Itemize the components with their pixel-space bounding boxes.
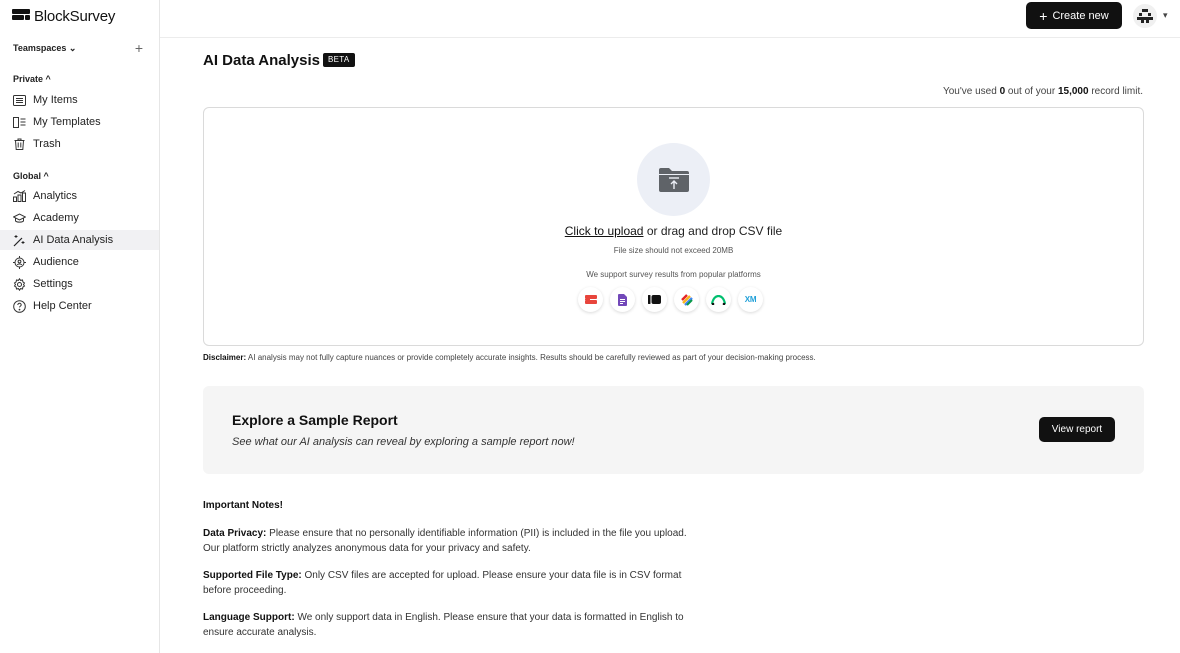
usage-limit: 15,000 [1057,86,1089,97]
beta-badge: BETA [323,53,355,67]
sidebar-item-my-templates[interactable]: My Templates [0,112,159,132]
sidebar-item-settings[interactable]: Settings [0,274,159,294]
qualtrics-label: XM [744,295,757,304]
important-notes-title: Important Notes! [203,500,283,511]
sidebar: BlockSurvey Teamspaces ⌄ + Private ^ My … [0,0,160,653]
sidebar-item-label: My Items [33,94,78,106]
gear-icon [13,277,26,291]
teamspaces-header[interactable]: Teamspaces ⌄ + [13,40,143,56]
help-icon [13,299,26,313]
audience-icon [13,255,26,269]
click-to-upload-link[interactable]: Click to upload [565,224,644,238]
sidebar-item-academy[interactable]: Academy [0,208,159,228]
platform-support-text: We support survey results from popular p… [586,270,761,279]
analytics-icon [13,190,26,203]
global-section-toggle[interactable]: Global ^ [13,171,49,181]
typeform-icon [578,287,603,312]
jotform-icon [642,287,667,312]
chevron-down-icon: ⌄ [68,42,77,53]
header-divider [160,37,1180,38]
usage-prefix: You've used [942,86,1000,97]
upload-folder-icon[interactable] [637,143,710,216]
teamspaces-toggle[interactable]: Teamspaces ⌄ [13,43,76,54]
view-report-button[interactable]: View report [1039,417,1115,442]
platform-list: XM [578,287,763,312]
note-file-type: Supported File Type: Only CSV files are … [203,568,693,598]
disclaimer-text: Disclaimer: AI analysis may not fully ca… [203,353,816,362]
list-icon [13,94,26,107]
sample-report-title: Explore a Sample Report [232,412,398,428]
sidebar-item-label: Audience [33,256,79,268]
sidebar-item-audience[interactable]: Audience [0,252,159,272]
note-label: Language Support: [203,612,295,623]
sidebar-item-help-center[interactable]: Help Center [0,296,159,316]
teamspaces-label: Teamspaces [13,42,67,53]
surveymonkey-icon [706,287,731,312]
sidebar-item-my-items[interactable]: My Items [0,90,159,110]
sidebar-item-label: Analytics [33,190,78,202]
magic-wand-icon [13,234,26,247]
sidebar-item-ai-data-analysis[interactable]: AI Data Analysis [0,230,159,250]
page-title: AI Data Analysis [203,52,320,69]
zoho-icon [674,287,699,312]
sidebar-item-label: Help Center [33,300,92,312]
sidebar-item-label: Settings [33,278,73,290]
sample-report-subtitle: See what our AI analysis can reveal by e… [232,436,575,448]
sidebar-item-label: My Templates [33,116,101,128]
upload-instruction: Click to upload or drag and drop CSV fil… [204,224,1143,238]
plus-icon: + [1039,7,1048,24]
upload-dropzone[interactable]: Click to upload or drag and drop CSV fil… [203,107,1144,346]
usage-middle: out of your [1005,86,1058,97]
create-new-button[interactable]: + Create new [1026,2,1122,29]
file-size-note: File size should not exceed 20MB [613,246,734,255]
templates-icon [13,116,26,129]
private-section-title: Private [13,74,44,84]
note-label: Data Privacy: [203,528,267,539]
sidebar-item-analytics[interactable]: Analytics [0,186,159,206]
note-text: Please ensure that no personally identif… [203,528,687,554]
google-forms-icon [610,287,635,312]
usage-suffix: record limit. [1088,86,1143,97]
logo[interactable]: BlockSurvey [12,6,115,26]
sidebar-item-label: AI Data Analysis [33,234,114,246]
note-label: Supported File Type: [203,570,302,581]
trash-icon [13,138,26,151]
note-data-privacy: Data Privacy: Please ensure that no pers… [203,526,693,556]
disclaimer-label: Disclaimer: [203,353,247,362]
user-avatar-icon [1137,9,1153,23]
chevron-up-icon: ^ [43,171,49,181]
qualtrics-icon: XM [738,287,763,312]
global-section-title: Global [13,171,42,181]
disclaimer-body: AI analysis may not fully capture nuance… [246,353,816,362]
private-section-toggle[interactable]: Private ^ [13,74,51,84]
usage-text: You've used 0 out of your 15,000 record … [943,86,1143,97]
upload-rest-text: or drag and drop CSV file [643,224,783,238]
sidebar-item-label: Trash [33,138,61,150]
avatar[interactable] [1133,4,1157,28]
create-new-label: Create new [1052,9,1109,22]
chevron-up-icon: ^ [45,74,51,84]
note-language: Language Support: We only support data i… [203,610,693,640]
add-teamspace-button[interactable]: + [135,40,143,56]
graduation-cap-icon [13,212,26,225]
sidebar-item-label: Academy [33,212,79,224]
chevron-down-icon[interactable]: ▾ [1163,10,1168,21]
sample-report-card: Explore a Sample Report See what our AI … [203,386,1144,474]
app-name: BlockSurvey [34,7,116,25]
sidebar-item-trash[interactable]: Trash [0,134,159,154]
blocksurvey-logo-icon [12,9,30,23]
